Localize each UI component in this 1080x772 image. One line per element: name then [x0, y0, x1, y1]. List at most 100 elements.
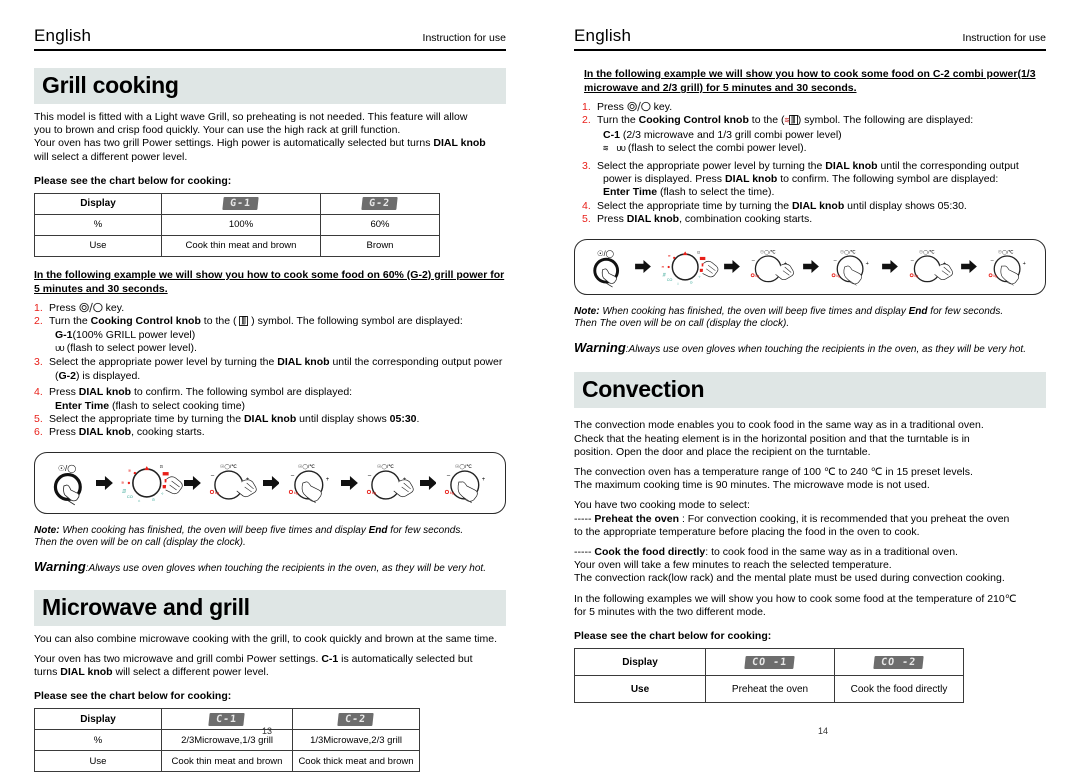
svg-text:≋: ≋	[127, 468, 130, 473]
svg-text:☉◯/℃: ☉◯/℃	[998, 249, 1014, 255]
table-row: % 100% 60%	[34, 213, 440, 236]
convection-para5-line-2: for 5 minutes with the two different mod…	[574, 605, 766, 618]
arrow-right-icon	[634, 260, 651, 274]
illus-cooking-control-knob-icon: ≋ ≋ ∭ CO ⌂ ⊙ ✧ ⊡	[120, 464, 183, 503]
power-key-icon	[627, 101, 651, 112]
arrow-right-icon	[961, 260, 978, 274]
arrow-right-icon	[262, 475, 280, 490]
step-number: 1.	[582, 101, 591, 113]
list-item: 2. Turn the Cooking Control knob to the …	[34, 315, 506, 356]
step-number: 5.	[34, 413, 43, 426]
convection-para3-line-3: to the appropriate temperature before pl…	[574, 525, 920, 538]
svg-text:–: –	[991, 257, 995, 263]
grill-row-label-display: Display	[34, 192, 162, 215]
illus-dial-knob-step-1-icon: ☉◯/℃ – + kg	[751, 249, 795, 282]
step-2-sub-1: C-1 (2/3 microwave and 1/3 grill combi p…	[603, 128, 842, 141]
svg-text:≋: ≋	[120, 480, 123, 485]
grill-steps-list: 1. Press key. 2. Turn the Cooking Contro…	[34, 302, 506, 440]
warning-text: :Always use oven gloves when touching th…	[85, 563, 486, 575]
convection-para2-line-2: The maximum cooking time is 90 minutes. …	[574, 479, 930, 492]
conv-use-co2: Cook the food directly	[834, 675, 964, 704]
illus-power-press-icon: ☉/◯	[593, 249, 620, 288]
microwave-flash-icon: ≋	[603, 144, 609, 155]
flash-wave-icon: ᴜᴜ	[55, 344, 65, 355]
grill-row-label-percent: %	[34, 213, 162, 236]
svg-text:–: –	[447, 473, 451, 479]
mwg-chart-lead: Please see the chart below for cooking:	[34, 690, 232, 703]
svg-text:–: –	[291, 473, 295, 479]
svg-text:–: –	[752, 257, 756, 263]
svg-text:☉◯/℃: ☉◯/℃	[919, 249, 935, 255]
step-3-sub-1: power is displayed. Press DIAL knob to c…	[603, 173, 999, 186]
illus-dial-press-icon: ☉◯/℃ – + kg	[831, 249, 868, 286]
table-row: Use Cook thin meat and brown Cook thick …	[34, 750, 420, 772]
warning-text: :Always use oven gloves when touching th…	[625, 343, 1026, 355]
mwg-intro-2-line-2: turns DIAL knob will select a different …	[34, 666, 269, 679]
svg-text:kg: kg	[215, 490, 219, 495]
step-number: 4.	[582, 199, 591, 212]
instruction-label: Instruction for use	[422, 32, 506, 44]
arrow-right-icon	[341, 475, 358, 490]
arrow-right-icon	[882, 260, 899, 274]
convection-para1-line-3: position. Open the door and place the re…	[574, 445, 871, 458]
mwg-intro-2-line-1: Your oven has two microwave and grill co…	[34, 652, 473, 665]
conv-display-co1-cell: CO -1	[705, 648, 835, 677]
grill-note-line-2: Then the oven will be on call (display t…	[34, 537, 246, 549]
convection-para4-line-2: Your oven will take a few minutes to rea…	[574, 559, 892, 572]
svg-text:+: +	[1023, 261, 1026, 267]
illus-cooking-control-knob-icon: ≋ ≋ ∭ CO ⌂ ⊙ ✧ ⊡	[662, 250, 719, 285]
lcd-display-g2: G-2	[361, 197, 399, 211]
grill-percent-g1: 100%	[161, 213, 321, 236]
grill-example-heading-line-2: 5 minutes and 30 seconds.	[34, 282, 168, 295]
svg-text:kg: kg	[993, 274, 997, 278]
grill-symbol-icon: ∭	[788, 115, 798, 126]
conv-row-label-display: Display	[574, 648, 706, 677]
svg-text:☉◯/℃: ☉◯/℃	[760, 249, 776, 255]
grill-power-chart: Display G-1 G-2 % 100% 60% Use Cook thin…	[34, 192, 440, 257]
instruction-label: Instruction for use	[962, 32, 1046, 44]
grill-warning: Warning:Always use oven gloves when touc…	[34, 560, 506, 576]
svg-text:≋: ≋	[668, 254, 671, 258]
convection-para4-line-1: ----- Cook the food directly: to cook fo…	[574, 546, 958, 559]
step-4-sub-1: Enter Time (flash to select cooking time…	[55, 399, 246, 412]
list-item: 3. Select the appropriate power level by…	[582, 160, 1046, 200]
list-item: 5. Select the appropriate time by turnin…	[34, 413, 420, 426]
svg-text:–: –	[833, 257, 837, 263]
illus-dial-final-press-icon: ☉◯/℃ – + kg	[988, 249, 1026, 286]
combi-steps-list: 1. Press key. 2. Turn the Cooking Contro…	[582, 101, 1046, 227]
running-head-right: English Instruction for use	[574, 26, 1046, 51]
power-key-icon	[79, 302, 103, 313]
mwg-use-c1: Cook thin meat and brown	[161, 750, 293, 772]
svg-text:⊙: ⊙	[690, 280, 693, 284]
section-title-microwave-and-grill: Microwave and grill	[34, 589, 506, 626]
svg-text:⊙: ⊙	[151, 497, 154, 502]
table-row: Display CO -1 CO -2	[574, 648, 964, 677]
list-item: 1. Press key.	[582, 101, 673, 113]
convection-chart-lead: Please see the chart below for cooking:	[574, 630, 772, 643]
language-label: English	[34, 26, 92, 45]
table-row: Display G-1 G-2	[34, 192, 440, 215]
convection-para4-line-3: The convection rack(low rack) and the me…	[574, 572, 1005, 585]
convection-chart: Display CO -1 CO -2 Use Preheat the oven…	[574, 648, 964, 704]
list-item: 5. Press DIAL knob, combination cooking …	[582, 213, 813, 226]
conv-use-co1: Preheat the oven	[705, 675, 835, 704]
step-number: 1.	[34, 301, 43, 314]
list-item: 1. Press key.	[34, 301, 125, 314]
arrow-right-icon	[95, 475, 113, 490]
flash-wave-icon: ᴜᴜ	[616, 144, 626, 155]
step-number: 2.	[34, 315, 43, 328]
combi-example-heading-line-1: In the following example we will show yo…	[584, 68, 1036, 80]
lcd-display-c1: C-1	[208, 712, 246, 726]
illus-dial-final-press-icon: ☉◯/℃ – + kg	[445, 464, 486, 503]
svg-text:kg: kg	[294, 490, 298, 495]
step-2-sub-2: ᴜᴜ (flash to select power level).	[49, 342, 506, 356]
mwg-use-c2: Cook thick meat and brown	[292, 750, 420, 772]
mwg-intro-1: You can also combine microwave cooking w…	[34, 632, 498, 645]
step-3-sub-1: (G-2) is displayed.	[55, 369, 141, 382]
combi-warning: Warning:Always use oven gloves when touc…	[574, 341, 1046, 357]
grill-intro-line-4: will select a different power level.	[34, 150, 188, 163]
page-number-right: 14	[818, 726, 829, 736]
step-number: 2.	[582, 114, 591, 127]
step-number: 5.	[582, 213, 591, 226]
svg-text:☉◯/℃: ☉◯/℃	[455, 464, 472, 470]
